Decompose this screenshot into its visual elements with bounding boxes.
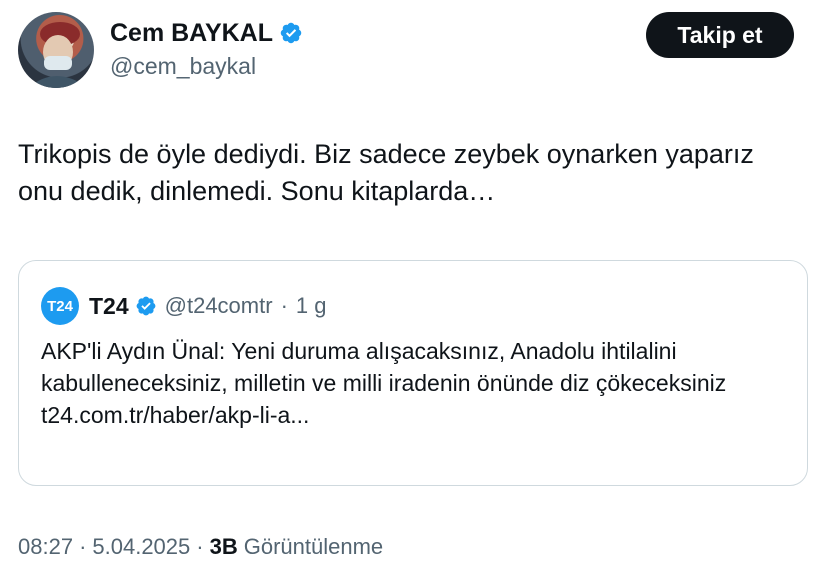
meta-separator: · <box>196 534 204 559</box>
tweet-date[interactable]: 5.04.2025 <box>92 534 190 560</box>
quoted-author-name[interactable]: T24 <box>89 293 129 320</box>
quoted-tweet-time[interactable]: 1 g <box>296 293 327 319</box>
meta-separator: · <box>79 534 87 559</box>
verified-badge-icon <box>136 296 156 316</box>
tweet-text: Trikopis de öyle dediydi. Biz sadece zey… <box>18 139 762 206</box>
author-name-row: Cem BAYKAL <box>110 18 303 48</box>
follow-button[interactable]: Takip et <box>646 12 794 58</box>
author-avatar[interactable] <box>18 12 94 88</box>
verified-badge-icon <box>280 22 302 44</box>
quoted-tweet-body: AKP'li Aydın Ünal: Yeni duruma alışacaks… <box>41 338 727 396</box>
tweet-footer: 08:27 · 5.04.2025 · 3B Görüntülenme <box>18 534 383 560</box>
quoted-author-avatar[interactable]: T24 <box>41 287 79 325</box>
tweet-time[interactable]: 08:27 <box>18 534 73 560</box>
quoted-tweet-link[interactable]: t24.com.tr/haber/akp-li-a... <box>41 399 791 431</box>
avatar-photo-icon <box>28 22 88 88</box>
meta-separator: · <box>280 293 288 318</box>
views-count: 3B <box>209 534 238 559</box>
author-handle[interactable]: @cem_baykal <box>110 52 256 80</box>
quoted-tweet-header: T24 T24 @t24comtr · 1 g <box>41 287 326 325</box>
quoted-tweet-text: AKP'li Aydın Ünal: Yeni duruma alışacaks… <box>41 335 791 431</box>
quoted-tweet-card[interactable]: T24 T24 @t24comtr · 1 g AKP'li Aydın Üna… <box>18 260 808 486</box>
views-label: Görüntülenme <box>243 534 384 559</box>
author-display-name[interactable]: Cem BAYKAL <box>110 18 273 48</box>
quoted-author-handle[interactable]: @t24comtr <box>165 293 273 319</box>
